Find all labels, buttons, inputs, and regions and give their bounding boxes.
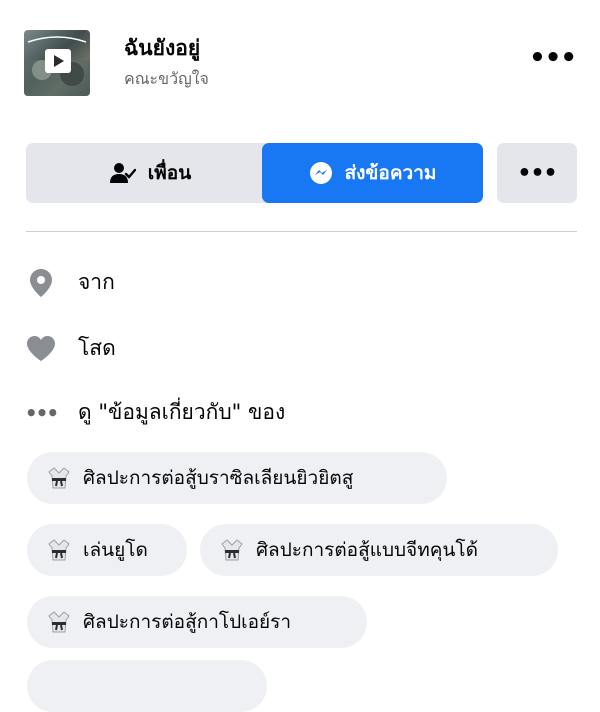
- martial-arts-uniform-icon: [47, 466, 71, 490]
- profile-music-row[interactable]: ฉันยังอยู่ คณะขวัญใจ •••: [24, 26, 577, 98]
- song-artist[interactable]: คณะขวัญใจ: [124, 67, 209, 92]
- music-more-options-button[interactable]: •••: [529, 45, 577, 71]
- info-from-text: จาก: [78, 270, 115, 294]
- song-title[interactable]: ฉันยังอยู่: [124, 32, 200, 65]
- interest-chip[interactable]: ศิลปะการต่อสู้บราซิลเลียนยิวยิตสู: [27, 452, 447, 504]
- info-relationship-text: โสด: [78, 336, 116, 360]
- play-icon[interactable]: [45, 49, 71, 73]
- interest-label: ศิลปะการต่อสู้แบบจีทคุนโด้: [256, 539, 478, 561]
- friends-button[interactable]: เพื่อน: [26, 143, 275, 203]
- martial-arts-uniform-icon: [47, 610, 71, 634]
- profile-more-options-button[interactable]: •••: [497, 143, 577, 203]
- interest-chip[interactable]: เล่นยูโด: [27, 524, 187, 576]
- friends-button-label: เพื่อน: [147, 162, 192, 184]
- interest-chip[interactable]: ศิลปะการต่อสู้กาโปเอย์รา: [27, 596, 367, 648]
- friend-check-icon: [109, 162, 136, 184]
- song-thumbnail[interactable]: [24, 30, 90, 96]
- interest-label: ศิลปะการต่อสู้บราซิลเลียนยิวยิตสู: [83, 467, 354, 489]
- heart-icon: [26, 335, 56, 362]
- see-about-info-text[interactable]: ดู "ข้อมูลเกี่ยวกับ" ของ: [78, 396, 285, 429]
- interest-chip[interactable]: ศิลปะการต่อสู้แบบจีทคุนโด้: [200, 524, 558, 576]
- location-pin-icon: [26, 268, 56, 297]
- interest-label: เล่นยูโด: [83, 539, 148, 561]
- send-message-button[interactable]: ส่งข้อความ: [262, 143, 483, 203]
- more-dots-icon: •••: [24, 400, 59, 425]
- interest-label: ศิลปะการต่อสู้กาโปเอย์รา: [83, 611, 292, 633]
- info-from-row: จาก: [26, 266, 115, 299]
- martial-arts-uniform-icon: [47, 538, 71, 562]
- see-about-info-link[interactable]: ••• ดู "ข้อมูลเกี่ยวกับ" ของ: [24, 396, 285, 429]
- martial-arts-uniform-icon: [220, 538, 244, 562]
- divider: [26, 231, 577, 232]
- interest-chip-partial[interactable]: [27, 660, 267, 712]
- info-relationship-row: โสด: [26, 332, 116, 365]
- messenger-icon: [309, 161, 333, 185]
- send-message-label: ส่งข้อความ: [344, 162, 437, 184]
